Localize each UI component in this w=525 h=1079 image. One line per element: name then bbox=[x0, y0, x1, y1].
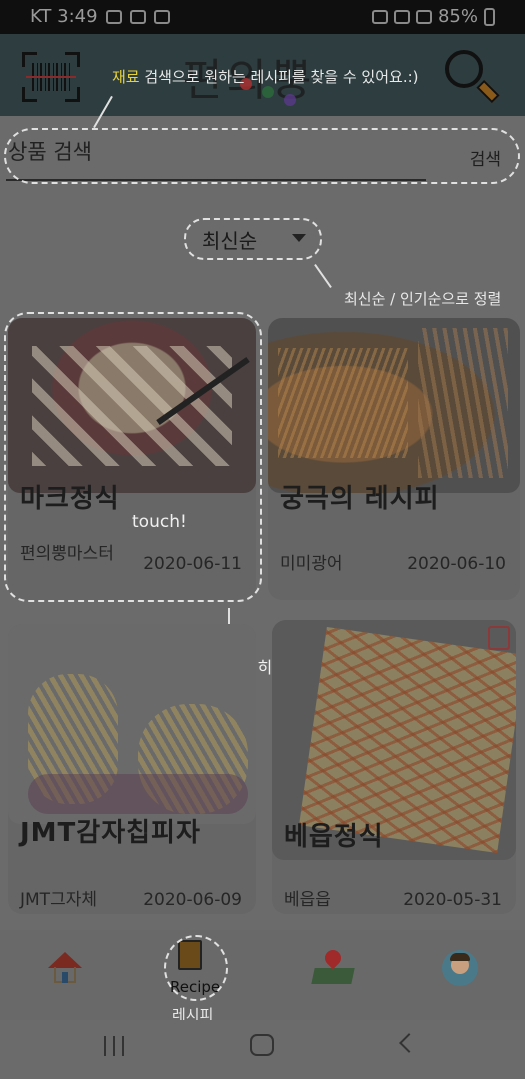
recipe-title: JMT감자칩피자 bbox=[20, 818, 201, 848]
touch-hint: touch! bbox=[132, 512, 187, 532]
chat-icon bbox=[129, 9, 146, 24]
recipe-card[interactable]: 베읍정식 베읍읍 2020-05-31 bbox=[272, 620, 516, 914]
barcode-scan-button[interactable] bbox=[22, 52, 80, 102]
recipe-date: 2020-06-10 bbox=[407, 554, 506, 574]
status-time: KT 3:49 bbox=[30, 6, 98, 27]
status-bar: KT 3:49 85% bbox=[0, 0, 525, 34]
battery-icon bbox=[484, 7, 495, 26]
recipe-date: 2020-05-31 bbox=[403, 890, 502, 910]
search-highlight-outline bbox=[4, 128, 520, 184]
hint-text: 검색으로 원하는 레시피를 찾을 수 있어요.:) bbox=[139, 68, 419, 86]
mute-icon bbox=[393, 9, 410, 24]
recipe-author: 미미광어 bbox=[280, 554, 343, 574]
app-icon bbox=[153, 9, 170, 24]
recent-apps-icon[interactable] bbox=[104, 1036, 126, 1056]
recipe-image bbox=[268, 318, 520, 493]
search-icon bbox=[445, 50, 483, 88]
recipe-date: 2020-06-09 bbox=[143, 890, 242, 910]
bottom-navigation: Recipe bbox=[0, 930, 525, 1020]
map-pin-icon[interactable] bbox=[311, 946, 355, 986]
bookmark-icon[interactable] bbox=[488, 626, 510, 650]
sort-hint: 최신순 / 인기순으로 정렬 bbox=[344, 290, 502, 308]
system-home-icon[interactable] bbox=[250, 1034, 274, 1056]
recipe-author: 베읍읍 bbox=[284, 890, 331, 910]
alarm-icon bbox=[371, 9, 388, 24]
recipe-card[interactable]: 궁극의 레시피 미미광어 2020-06-10 bbox=[268, 318, 520, 600]
card-highlight-outline bbox=[4, 312, 262, 602]
search-button[interactable] bbox=[443, 48, 500, 106]
sort-hint-arrow bbox=[314, 263, 332, 289]
system-navigation-bar bbox=[0, 1020, 525, 1079]
profile-avatar-icon[interactable] bbox=[442, 950, 478, 986]
sort-highlight-outline bbox=[184, 218, 322, 260]
recipe-author: JMT그자체 bbox=[20, 890, 97, 910]
search-hint: 재료 검색으로 원하는 레시피를 찾을 수 있어요.:) bbox=[112, 66, 419, 87]
hint-highlight: 재료 bbox=[112, 68, 140, 86]
recipe-highlight-outline bbox=[164, 935, 228, 1001]
recipe-image bbox=[8, 624, 256, 824]
home-icon[interactable] bbox=[48, 952, 82, 986]
recipe-card[interactable]: JMT감자칩피자 JMT그자체 2020-06-09 bbox=[8, 624, 256, 914]
back-icon[interactable] bbox=[399, 1033, 419, 1053]
gallery-icon bbox=[105, 9, 122, 24]
wifi-icon bbox=[415, 9, 432, 24]
battery-percent: 85% bbox=[437, 6, 478, 27]
recipe-title: 궁극의 레시피 bbox=[280, 484, 440, 514]
logo-dot bbox=[284, 94, 296, 106]
recipe-title: 베읍정식 bbox=[284, 822, 384, 852]
logo-dot bbox=[262, 86, 274, 98]
